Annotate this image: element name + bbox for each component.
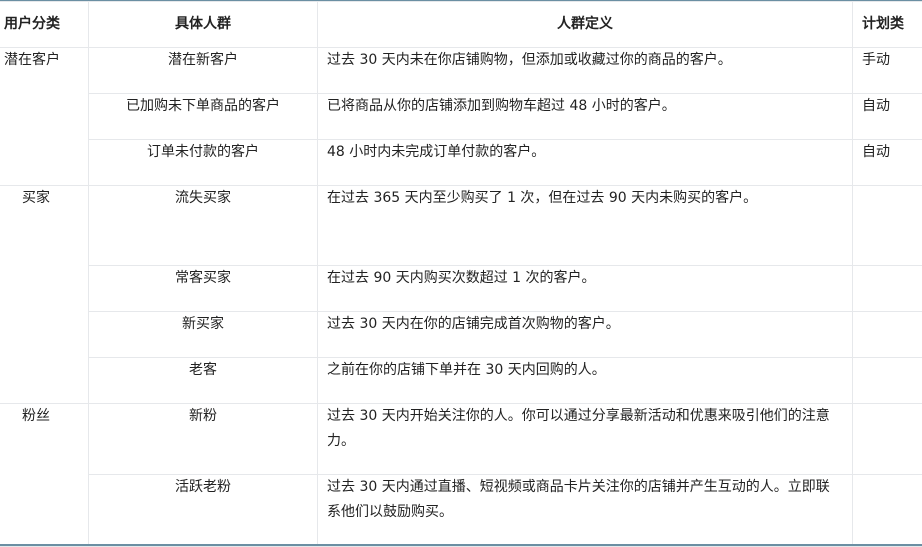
definition-cell: 之前在你的店铺下单并在 30 天内回购的人。 <box>318 358 853 404</box>
category-cell: 买家 <box>0 186 89 404</box>
plan-cell <box>853 475 922 547</box>
group-cell: 潜在新客户 <box>89 48 318 94</box>
audience-table: 用户分类 具体人群 人群定义 计划类 潜在客户 潜在新客户 过去 30 天内未在… <box>0 1 922 547</box>
table-row: 常客买家 在过去 90 天内购买次数超过 1 次的客户。 <box>0 266 922 312</box>
plan-cell: 自动 <box>853 94 922 140</box>
plan-cell: 手动 <box>853 48 922 94</box>
group-cell: 订单未付款的客户 <box>89 140 318 186</box>
table-row: 已加购未下单商品的客户 已将商品从你的店铺添加到购物车超过 48 小时的客户。 … <box>0 94 922 140</box>
plan-cell <box>853 186 922 266</box>
header-user-category: 用户分类 <box>0 2 89 48</box>
table-row: 老客 之前在你的店铺下单并在 30 天内回购的人。 <box>0 358 922 404</box>
plan-cell: 自动 <box>853 140 922 186</box>
table-row: 买家 流失买家 在过去 365 天内至少购买了 1 次，但在过去 90 天内未购… <box>0 186 922 266</box>
group-cell: 新粉 <box>89 404 318 475</box>
group-cell: 新买家 <box>89 312 318 358</box>
group-cell: 流失买家 <box>89 186 318 266</box>
table-row: 订单未付款的客户 48 小时内未完成订单付款的客户。 自动 <box>0 140 922 186</box>
definition-cell: 在过去 365 天内至少购买了 1 次，但在过去 90 天内未购买的客户。 <box>318 186 853 266</box>
definition-cell: 过去 30 天内通过直播、短视频或商品卡片关注你的店铺并产生互动的人。立即联系他… <box>318 475 853 547</box>
category-cell: 粉丝 <box>0 404 89 547</box>
group-cell: 已加购未下单商品的客户 <box>89 94 318 140</box>
table-row: 潜在客户 潜在新客户 过去 30 天内未在你店铺购物，但添加或收藏过你的商品的客… <box>0 48 922 94</box>
plan-cell <box>853 404 922 475</box>
definition-cell: 已将商品从你的店铺添加到购物车超过 48 小时的客户。 <box>318 94 853 140</box>
table-row: 粉丝 新粉 过去 30 天内开始关注你的人。你可以通过分享最新活动和优惠来吸引他… <box>0 404 922 475</box>
audience-table-container: 用户分类 具体人群 人群定义 计划类 潜在客户 潜在新客户 过去 30 天内未在… <box>0 0 922 547</box>
table-row: 活跃老粉 过去 30 天内通过直播、短视频或商品卡片关注你的店铺并产生互动的人。… <box>0 475 922 547</box>
plan-cell <box>853 358 922 404</box>
group-cell: 常客买家 <box>89 266 318 312</box>
definition-cell: 过去 30 天内未在你店铺购物，但添加或收藏过你的商品的客户。 <box>318 48 853 94</box>
definition-cell: 在过去 90 天内购买次数超过 1 次的客户。 <box>318 266 853 312</box>
group-cell: 活跃老粉 <box>89 475 318 547</box>
definition-cell: 过去 30 天内在你的店铺完成首次购物的客户。 <box>318 312 853 358</box>
definition-cell: 过去 30 天内开始关注你的人。你可以通过分享最新活动和优惠来吸引他们的注意力。 <box>318 404 853 475</box>
category-label: 粉丝 <box>4 404 50 429</box>
group-cell: 老客 <box>89 358 318 404</box>
category-label: 买家 <box>4 186 50 211</box>
table-row: 新买家 过去 30 天内在你的店铺完成首次购物的客户。 <box>0 312 922 358</box>
header-audience-definition: 人群定义 <box>318 2 853 48</box>
category-cell: 潜在客户 <box>0 48 89 186</box>
plan-cell <box>853 266 922 312</box>
header-plan-type: 计划类 <box>853 2 922 48</box>
plan-cell <box>853 312 922 358</box>
header-audience-group: 具体人群 <box>89 2 318 48</box>
definition-cell: 48 小时内未完成订单付款的客户。 <box>318 140 853 186</box>
category-label: 潜在客户 <box>4 52 60 68</box>
table-header-row: 用户分类 具体人群 人群定义 计划类 <box>0 2 922 48</box>
